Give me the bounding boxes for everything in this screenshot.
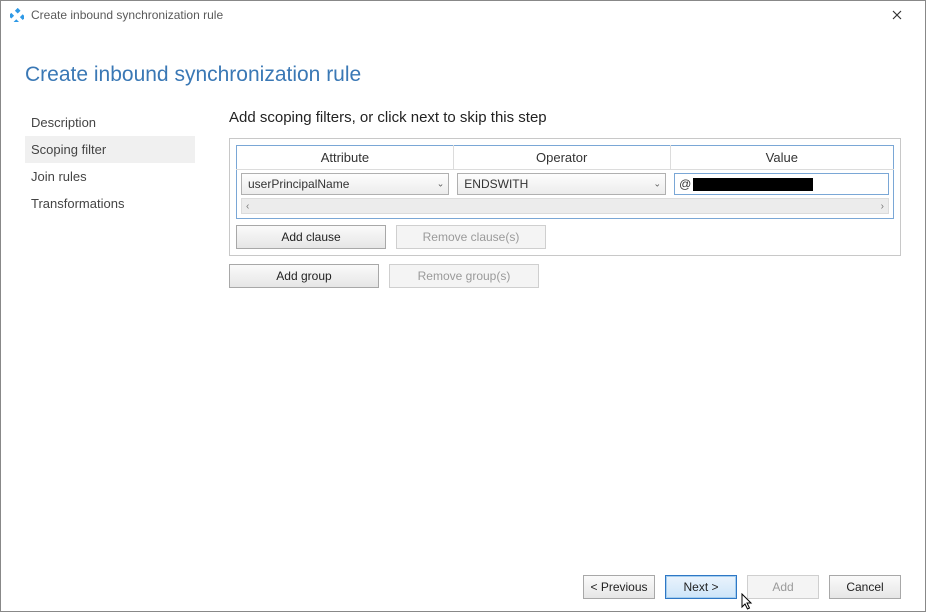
attribute-select-value: userPrincipalName: [248, 177, 349, 191]
filter-table: Attribute Operator Value userPrincipalNa…: [236, 145, 894, 219]
scroll-right-icon[interactable]: ›: [881, 201, 884, 212]
page-title: Create inbound synchronization rule: [25, 63, 901, 87]
wizard-nav: Description Scoping filter Join rules Tr…: [25, 109, 195, 599]
remove-groups-button[interactable]: Remove group(s): [389, 264, 539, 288]
value-prefix: @: [679, 177, 691, 191]
nav-item-join-rules[interactable]: Join rules: [25, 163, 195, 190]
clause-button-row: Add clause Remove clause(s): [230, 225, 900, 255]
dialog-window: Create inbound synchronization rule Crea…: [0, 0, 926, 612]
add-button[interactable]: Add: [747, 575, 819, 599]
next-button[interactable]: Next >: [665, 575, 737, 599]
close-button[interactable]: [877, 3, 917, 27]
operator-select-value: ENDSWITH: [464, 177, 528, 191]
nav-item-description[interactable]: Description: [25, 109, 195, 136]
group-button-row: Add group Remove group(s): [229, 264, 901, 288]
filter-row: userPrincipalName ⌄ ENDSWITH ⌄: [237, 170, 894, 199]
content-area: Create inbound synchronization rule Desc…: [1, 29, 925, 611]
chevron-down-icon: ⌄: [437, 179, 445, 190]
horizontal-scrollbar[interactable]: ‹ ›: [241, 198, 889, 214]
add-group-button[interactable]: Add group: [229, 264, 379, 288]
value-redacted: [693, 178, 813, 191]
window-title: Create inbound synchronization rule: [31, 8, 223, 22]
attribute-select[interactable]: userPrincipalName ⌄: [241, 173, 449, 195]
remove-clauses-button[interactable]: Remove clause(s): [396, 225, 546, 249]
value-input[interactable]: @: [674, 173, 889, 195]
filter-group-box: Attribute Operator Value userPrincipalNa…: [229, 138, 901, 256]
col-header-attribute: Attribute: [237, 146, 454, 170]
nav-item-scoping-filter[interactable]: Scoping filter: [25, 136, 195, 163]
wizard-footer: < Previous Next > Add Cancel: [229, 565, 901, 599]
cancel-button[interactable]: Cancel: [829, 575, 901, 599]
previous-button[interactable]: < Previous: [583, 575, 655, 599]
app-icon: [9, 7, 25, 23]
col-header-operator: Operator: [453, 146, 670, 170]
add-clause-button[interactable]: Add clause: [236, 225, 386, 249]
col-header-value: Value: [670, 146, 893, 170]
main-panel: Add scoping filters, or click next to sk…: [229, 109, 901, 599]
body-row: Description Scoping filter Join rules Tr…: [25, 109, 901, 599]
chevron-down-icon: ⌄: [654, 179, 662, 190]
nav-item-transformations[interactable]: Transformations: [25, 190, 195, 217]
operator-select[interactable]: ENDSWITH ⌄: [457, 173, 666, 195]
instruction-text: Add scoping filters, or click next to sk…: [229, 109, 901, 126]
titlebar: Create inbound synchronization rule: [1, 1, 925, 29]
scroll-left-icon[interactable]: ‹: [246, 201, 249, 212]
